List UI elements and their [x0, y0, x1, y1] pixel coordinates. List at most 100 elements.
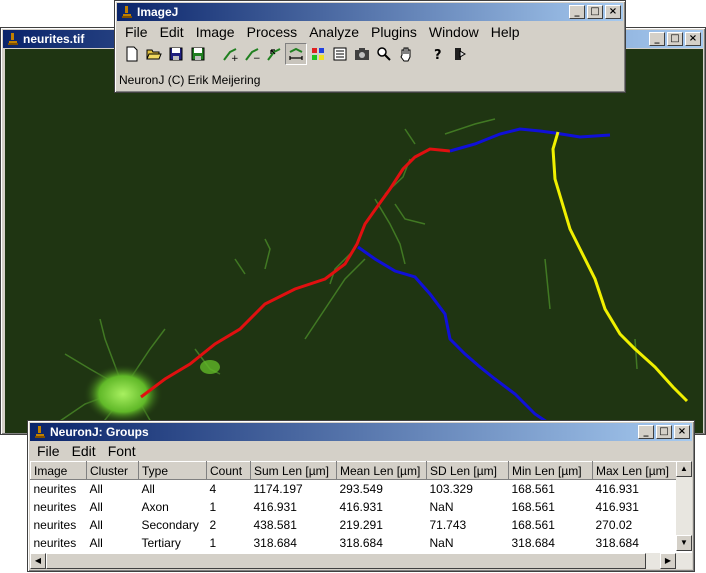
imagej-titlebar[interactable]: ImageJ _ □ ×	[117, 3, 623, 21]
export-icon[interactable]	[187, 43, 209, 65]
labels-icon[interactable]	[329, 43, 351, 65]
column-header[interactable]: Sum Len [µm]	[250, 461, 337, 480]
column-header[interactable]: Count	[206, 461, 251, 480]
menu-font[interactable]: Font	[102, 441, 142, 461]
close-button[interactable]: ×	[674, 425, 690, 439]
move-vertex-icon[interactable]	[263, 43, 285, 65]
maximize-button[interactable]: □	[587, 5, 603, 19]
horizontal-scrollbar[interactable]: ◀ ▶	[30, 553, 692, 569]
table-cell: All	[89, 499, 103, 514]
minimize-button[interactable]: _	[649, 32, 665, 46]
microscope-icon	[35, 426, 45, 438]
table-cell: 1	[209, 535, 217, 550]
add-tracing-icon[interactable]: +	[219, 43, 241, 65]
cell-body-small	[200, 360, 220, 374]
zoom-icon[interactable]	[373, 43, 395, 65]
help-icon[interactable]: ?	[427, 43, 449, 65]
maximize-button[interactable]: □	[656, 425, 672, 439]
scroll-down-icon[interactable]: ▼	[676, 535, 692, 551]
menu-analyze[interactable]: Analyze	[303, 22, 365, 42]
scroll-up-icon[interactable]: ▲	[676, 461, 692, 477]
image-canvas[interactable]	[5, 49, 703, 433]
column-header[interactable]: Min Len [µm]	[508, 461, 593, 480]
minimize-button[interactable]: _	[638, 425, 654, 439]
table-cell: 416.931	[595, 499, 639, 514]
menu-plugins[interactable]: Plugins	[365, 22, 423, 42]
save-icon[interactable]	[165, 43, 187, 65]
table-cell: 416.931	[339, 499, 383, 514]
groups-titlebar[interactable]: NeuronJ: Groups _ □ ×	[30, 423, 692, 441]
table-cell: 71.743	[429, 517, 467, 532]
table-cell: neurites	[33, 499, 77, 514]
colors-icon[interactable]	[307, 43, 329, 65]
table-cell: 318.684	[595, 535, 639, 550]
menu-process[interactable]: Process	[241, 22, 304, 42]
table-cell: All	[89, 535, 103, 550]
table-row[interactable]: neurites All Tertiary 1 318.684 318.684 …	[31, 534, 677, 552]
measure-tracing-icon[interactable]	[285, 43, 307, 65]
table-row[interactable]: neurites All All 4 1174.197 293.549 103.…	[31, 480, 677, 498]
table-cell: 219.291	[339, 517, 383, 532]
table-cell: 1174.197	[253, 481, 303, 496]
table-cell: 168.561	[511, 517, 555, 532]
groups-table-area: Image Cluster Type Count Sum Len [µm] Me…	[30, 461, 692, 569]
open-icon[interactable]	[143, 43, 165, 65]
imagej-window: ImageJ _ □ × File Edit Image Process Ana…	[114, 0, 626, 93]
delete-tracing-icon[interactable]: −	[241, 43, 263, 65]
menu-file[interactable]: File	[119, 22, 154, 42]
table-cell: Secondary	[141, 517, 199, 532]
groups-title: NeuronJ: Groups	[50, 425, 149, 439]
column-header[interactable]: Cluster	[86, 461, 139, 480]
close-button[interactable]: ×	[605, 5, 621, 19]
table-cell: neurites	[33, 535, 77, 550]
menu-edit[interactable]: Edit	[154, 22, 190, 42]
menu-edit[interactable]: Edit	[66, 441, 102, 461]
menu-file[interactable]: File	[31, 441, 66, 461]
new-icon[interactable]	[121, 43, 143, 65]
table-cell: 293.549	[339, 481, 383, 496]
svg-text:−: −	[253, 54, 260, 62]
table-row[interactable]: neurites All Secondary 2 438.581 219.291…	[31, 516, 677, 534]
minimize-button[interactable]: _	[569, 5, 585, 19]
quit-icon[interactable]	[449, 43, 471, 65]
column-header[interactable]: SD Len [µm]	[426, 461, 509, 480]
table-cell: 416.931	[253, 499, 297, 514]
table-cell: 168.561	[511, 481, 555, 496]
horizontal-scroll-thumb[interactable]	[46, 553, 646, 569]
maximize-button[interactable]: □	[667, 32, 683, 46]
vertical-scrollbar[interactable]: ▲ ▼	[676, 461, 692, 551]
scroll-right-icon[interactable]: ▶	[660, 553, 676, 569]
close-button[interactable]: ×	[685, 32, 701, 46]
table-cell: NaN	[429, 535, 454, 550]
column-header[interactable]: Image	[30, 461, 87, 480]
snapshot-icon[interactable]	[351, 43, 373, 65]
toolbar-separator	[209, 43, 219, 65]
table-row[interactable]: neurites All Axon 1 416.931 416.931 NaN …	[31, 498, 677, 516]
column-header[interactable]: Max Len [µm]	[592, 461, 677, 480]
scroll-left-icon[interactable]: ◀	[30, 553, 46, 569]
menu-help[interactable]: Help	[485, 22, 526, 42]
table-cell: 318.684	[253, 535, 297, 550]
table-header: Image Cluster Type Count Sum Len [µm] Me…	[30, 461, 677, 480]
microscope-icon	[8, 33, 18, 45]
table-cell: neurites	[33, 481, 77, 496]
table-cell: NaN	[429, 499, 454, 514]
imagej-menubar: File Edit Image Process Analyze Plugins …	[119, 22, 526, 42]
table-cell: All	[141, 481, 155, 496]
column-header[interactable]: Type	[138, 461, 207, 480]
table-cell: All	[89, 481, 103, 496]
column-header[interactable]: Mean Len [µm]	[336, 461, 427, 480]
menu-image[interactable]: Image	[190, 22, 241, 42]
table-cell: 438.581	[253, 517, 297, 532]
table-cell: 4	[209, 481, 217, 496]
table-cell: 1	[209, 499, 217, 514]
menu-window[interactable]: Window	[423, 22, 485, 42]
groups-window: NeuronJ: Groups _ □ × File Edit Font Ima…	[27, 420, 695, 572]
table-cell: Axon	[141, 499, 169, 514]
table-cell: 318.684	[511, 535, 555, 550]
image-window-title: neurites.tif	[23, 32, 85, 46]
groups-menubar: File Edit Font	[31, 441, 142, 461]
neuron-image	[5, 49, 703, 433]
hand-icon[interactable]	[395, 43, 417, 65]
table-cell: 168.561	[511, 499, 555, 514]
